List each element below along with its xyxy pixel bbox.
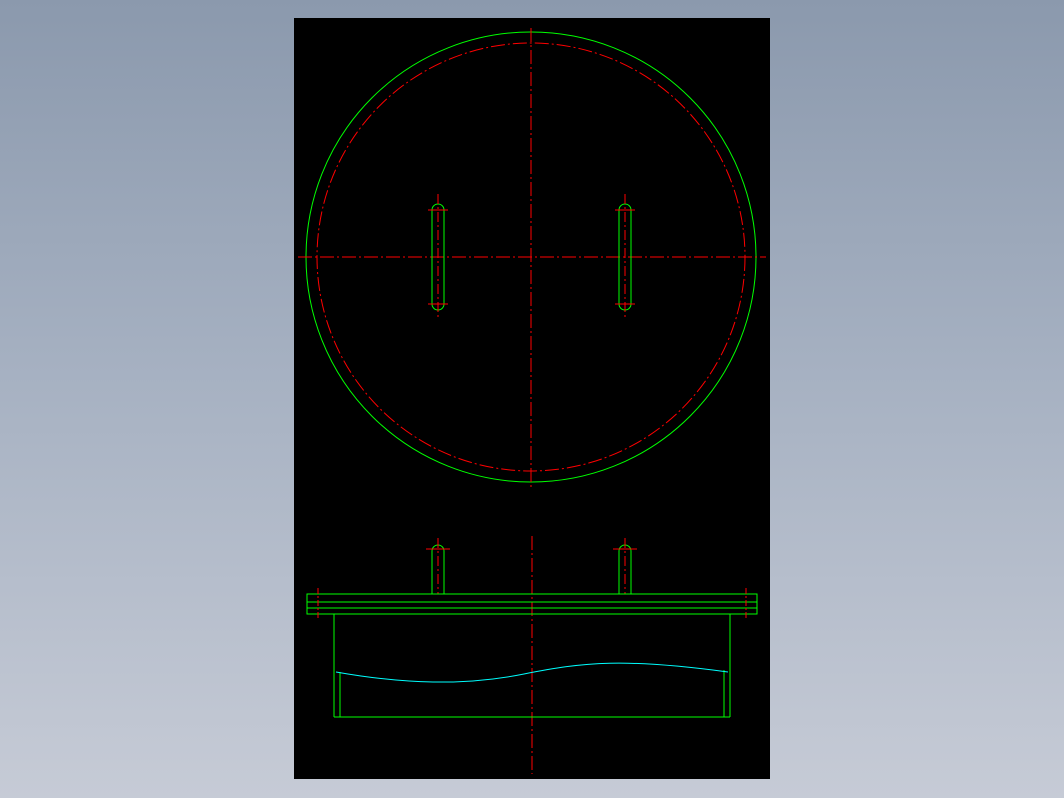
handle-right [613, 538, 637, 594]
drawing-sheet [294, 18, 770, 779]
plan-view [298, 28, 766, 488]
elevation-view [306, 536, 758, 774]
handle-left [426, 538, 450, 594]
cad-drawing [298, 28, 766, 774]
